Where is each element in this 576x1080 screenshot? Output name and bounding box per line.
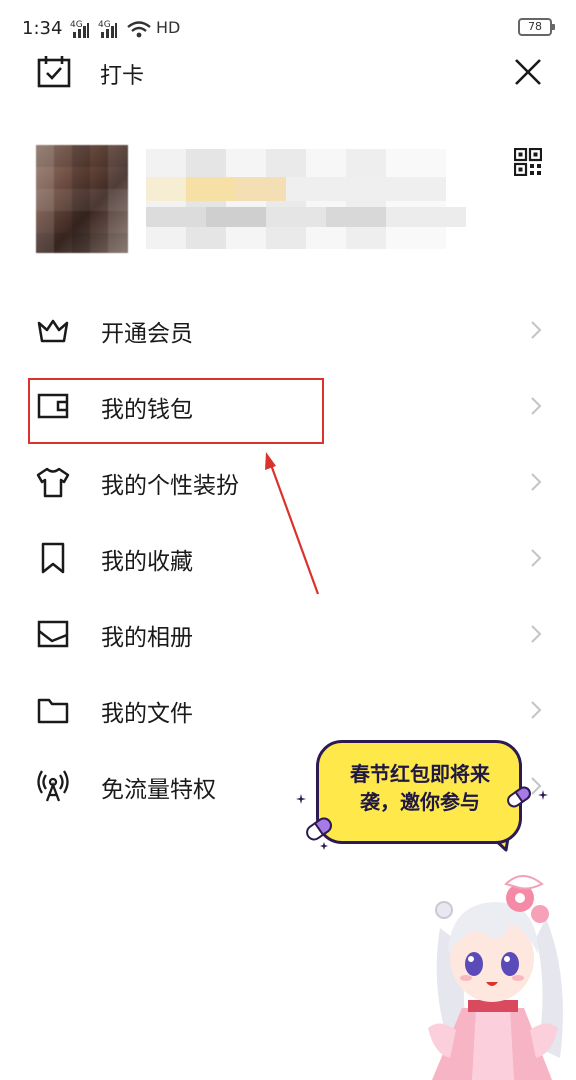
chevron-right-icon	[531, 625, 542, 643]
menu-item-label: 我的个性装扮	[101, 473, 239, 499]
menu-item-label: 我的相册	[101, 625, 193, 651]
photo-icon	[37, 620, 69, 648]
tshirt-icon	[36, 467, 70, 498]
qr-code-icon[interactable]	[514, 148, 542, 176]
profile-signature-blurred	[146, 207, 466, 227]
menu-item-label: 我的文件	[101, 701, 193, 727]
mascot-character-image[interactable]	[410, 858, 576, 1080]
status-bar: 1:34 4G 4G HD 78	[0, 0, 576, 56]
profile-card[interactable]	[36, 145, 466, 255]
chevron-right-icon	[531, 701, 542, 719]
menu-item-favorites[interactable]: 我的收藏	[0, 520, 576, 594]
sparkle-icon-2	[538, 790, 548, 800]
menu-item-label: 免流量特权	[101, 777, 216, 803]
status-time: 1:34	[22, 18, 63, 39]
menu-item-label: 我的收藏	[101, 549, 193, 575]
broadcast-icon	[37, 770, 69, 802]
menu-item-vip[interactable]: 开通会员	[0, 292, 576, 366]
menu-item-files[interactable]: 我的文件	[0, 672, 576, 746]
crown-icon	[37, 319, 69, 343]
close-icon[interactable]	[512, 56, 544, 88]
sparkle-icon	[296, 794, 306, 804]
signal-icon	[73, 23, 89, 38]
chevron-right-icon	[531, 397, 542, 415]
menu-item-theme[interactable]: 我的个性装扮	[0, 444, 576, 518]
avatar[interactable]	[36, 145, 128, 253]
promo-line-1: 春节红包即将来	[350, 762, 490, 786]
wifi-icon	[127, 21, 151, 38]
menu-item-label: 开通会员	[101, 321, 193, 347]
promo-text[interactable]: 春节红包即将来 袭，邀你参与	[330, 760, 510, 816]
signal-icon-2	[101, 23, 117, 38]
checkin-label[interactable]: 打卡	[100, 58, 144, 90]
highlight-box-wallet	[28, 378, 324, 444]
chevron-right-icon	[531, 321, 542, 339]
capsule-decoration-icon	[306, 817, 332, 841]
calendar-check-icon[interactable]	[36, 54, 72, 90]
capsule-decoration-icon-2	[507, 786, 531, 808]
profile-badge-blurred	[146, 177, 446, 201]
battery-icon: 78	[518, 18, 555, 36]
menu-item-album[interactable]: 我的相册	[0, 596, 576, 670]
bookmark-icon	[41, 542, 65, 574]
folder-icon	[37, 698, 69, 724]
sparkle-icon-3	[320, 842, 328, 850]
drawer-header: 打卡	[0, 50, 576, 94]
chevron-right-icon	[531, 473, 542, 491]
hd-label: HD	[156, 18, 181, 37]
chevron-right-icon	[531, 549, 542, 567]
promo-line-2: 袭，邀你参与	[360, 790, 480, 814]
